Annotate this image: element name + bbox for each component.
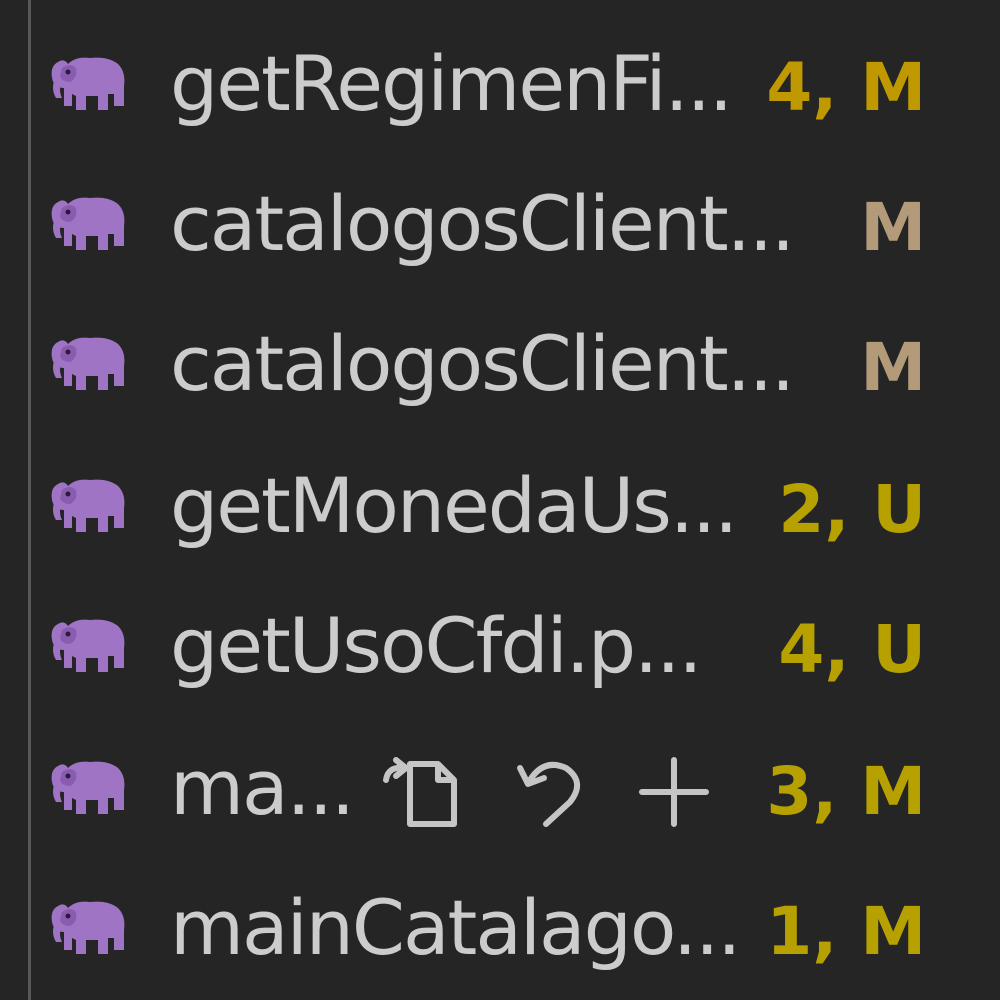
file-name: getRegimenFi...	[170, 39, 733, 128]
file-name: catalogosClient...	[170, 319, 795, 408]
file-name: catalogosClient...	[170, 179, 795, 268]
php-elephant-icon	[51, 57, 125, 110]
status-badge: 4, M	[766, 49, 926, 126]
php-elephant-icon	[51, 619, 125, 672]
status-badge: 2, U	[778, 471, 926, 548]
file-row[interactable]: getRegimenFi... 4, M	[0, 12, 1000, 152]
file-row[interactable]: mainCatalago... 1, M	[0, 856, 1000, 996]
stage-changes-icon[interactable]	[632, 750, 716, 834]
discard-changes-icon[interactable]	[510, 750, 594, 834]
explorer-panel: getRegimenFi... 4, M catalogosClient... …	[0, 0, 1000, 1000]
open-file-icon[interactable]	[380, 750, 464, 834]
status-badge: M	[860, 329, 926, 406]
status-badge: M	[860, 189, 926, 266]
status-badge: 4, U	[778, 611, 926, 688]
file-name: getUsoCfdi.p...	[170, 601, 703, 690]
php-elephant-icon	[51, 479, 125, 532]
file-name: ma...	[170, 743, 355, 832]
status-badge: 1, M	[766, 893, 926, 970]
php-elephant-icon	[51, 337, 125, 390]
status-badge: 3, M	[766, 753, 926, 830]
file-row[interactable]: catalogosClient... M	[0, 292, 1000, 432]
file-row[interactable]: getUsoCfdi.p... 4, U	[0, 574, 1000, 714]
file-row[interactable]: catalogosClient... M	[0, 152, 1000, 292]
file-name: mainCatalago...	[170, 883, 741, 972]
php-elephant-icon	[51, 761, 125, 814]
php-elephant-icon	[51, 197, 125, 250]
file-row[interactable]: getMonedaUs... 2, U	[0, 434, 1000, 574]
php-elephant-icon	[51, 901, 125, 954]
file-name: getMonedaUs...	[170, 461, 738, 550]
file-row[interactable]: ma... 3, M	[0, 716, 1000, 856]
